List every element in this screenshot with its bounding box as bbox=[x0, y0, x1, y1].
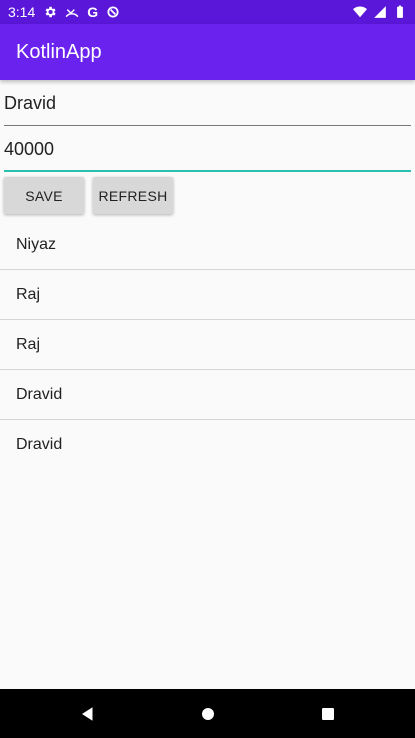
data-saver-icon bbox=[106, 5, 120, 19]
salary-field-wrapper bbox=[4, 132, 411, 172]
list-item[interactable]: Dravid bbox=[0, 420, 415, 470]
nav-bar bbox=[0, 689, 415, 738]
employee-list: Niyaz Raj Raj Dravid Dravid bbox=[0, 220, 415, 470]
status-time: 3:14 bbox=[8, 4, 36, 20]
status-left: 3:14 G bbox=[8, 4, 120, 20]
app-bar: KotlinApp bbox=[0, 24, 415, 80]
list-item[interactable]: Niyaz bbox=[0, 220, 415, 270]
gear-icon bbox=[43, 5, 57, 19]
google-g-icon: G bbox=[87, 4, 99, 20]
wifi-icon bbox=[353, 5, 367, 19]
status-right bbox=[353, 5, 407, 19]
refresh-button[interactable]: REFRESH bbox=[93, 177, 173, 214]
recents-icon[interactable] bbox=[318, 704, 338, 724]
status-bar: 3:14 G bbox=[0, 0, 415, 24]
app-title: KotlinApp bbox=[16, 40, 102, 63]
cell-signal-icon bbox=[373, 5, 387, 19]
name-field-wrapper bbox=[4, 86, 411, 126]
battery-icon bbox=[393, 5, 407, 19]
back-icon[interactable] bbox=[78, 704, 98, 724]
missed-call-icon bbox=[65, 5, 79, 19]
save-button[interactable]: SAVE bbox=[4, 177, 84, 214]
home-icon[interactable] bbox=[198, 704, 218, 724]
list-item[interactable]: Raj bbox=[0, 270, 415, 320]
list-item[interactable]: Dravid bbox=[0, 370, 415, 420]
name-input[interactable] bbox=[4, 86, 411, 125]
list-item[interactable]: Raj bbox=[0, 320, 415, 370]
salary-input[interactable] bbox=[4, 132, 411, 170]
